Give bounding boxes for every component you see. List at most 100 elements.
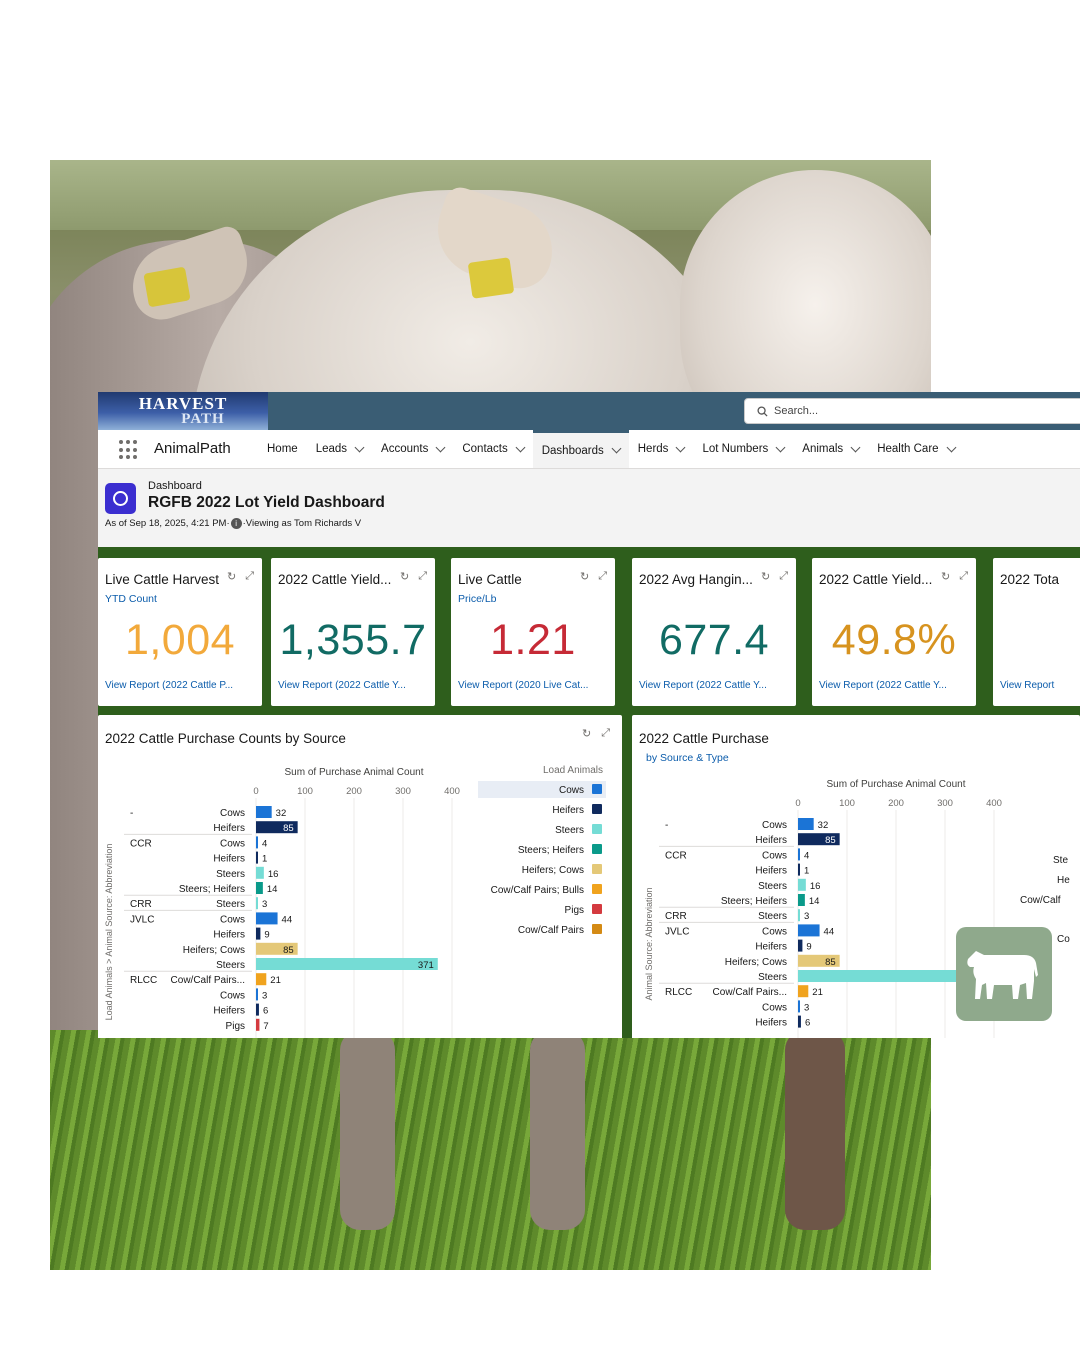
- chevron-down-icon[interactable]: [354, 442, 365, 452]
- kpi-card[interactable]: 2022 Tota View Report ↻ ⤢: [993, 558, 1080, 706]
- group-label: -: [130, 808, 133, 819]
- bar: [798, 848, 800, 861]
- cow-icon: [967, 951, 1038, 999]
- refresh-icon[interactable]: ↻: [400, 570, 409, 583]
- nav-item-accounts[interactable]: Accounts: [372, 430, 453, 468]
- data-label: 85: [283, 945, 294, 956]
- category-label: Cow/Calf Pairs...: [171, 975, 245, 986]
- bar: [256, 1003, 259, 1016]
- bar: [798, 1015, 801, 1028]
- bar: [798, 985, 809, 998]
- category-label: Cows: [762, 820, 787, 831]
- search-placeholder: Search...: [774, 405, 819, 417]
- view-report-link[interactable]: View Report (2022 Cattle P...: [105, 680, 233, 691]
- chevron-down-icon[interactable]: [515, 442, 526, 452]
- kpi-actions: ↻ ⤢: [580, 570, 607, 583]
- x-tick-label: 400: [444, 786, 460, 797]
- bar: [256, 836, 258, 849]
- kpi-subtitle[interactable]: Price/Lb: [458, 593, 497, 605]
- bar: [256, 882, 263, 894]
- kpi-title: 2022 Cattle Yield...: [278, 572, 392, 587]
- legend-label: Heifers; Cows: [522, 865, 584, 876]
- category-label: Heifers: [755, 1018, 787, 1029]
- chevron-down-icon[interactable]: [775, 442, 786, 452]
- legend-label: He: [1057, 875, 1070, 886]
- category-label: Steers; Heifers: [179, 884, 245, 895]
- chevron-down-icon[interactable]: [850, 442, 861, 452]
- bar: [256, 973, 267, 986]
- nav-item-herds[interactable]: Herds: [629, 430, 694, 468]
- refresh-icon[interactable]: ↻: [580, 570, 589, 583]
- app-launcher-icon[interactable]: [119, 440, 139, 460]
- search-input[interactable]: Search...: [744, 398, 1080, 424]
- logo-line2: PATH: [181, 411, 225, 427]
- view-report-link[interactable]: View Report (2022 Cattle Y...: [278, 680, 406, 691]
- data-label: 9: [264, 930, 269, 941]
- legend-swatch: [592, 884, 602, 894]
- legend-label: Steers: [555, 825, 584, 836]
- refresh-icon[interactable]: ↻: [227, 570, 236, 583]
- chevron-down-icon[interactable]: [611, 443, 622, 454]
- data-label: 85: [825, 835, 836, 846]
- kpi-card[interactable]: Live Cattle Harvest YTD Count 1,004 View…: [98, 558, 262, 706]
- nav-item-animals[interactable]: Animals: [793, 430, 868, 468]
- data-label: 14: [809, 896, 820, 907]
- info-icon[interactable]: i: [230, 518, 242, 529]
- kpi-card[interactable]: 2022 Avg Hangin... 677.4 View Report (20…: [632, 558, 796, 706]
- nav-item-contacts[interactable]: Contacts: [453, 430, 532, 468]
- as-of-text: As of Sep 18, 2025, 4:21 PM·: [105, 518, 230, 529]
- kpi-actions: ↻ ⤢: [941, 570, 968, 583]
- kpi-value: 677.4: [658, 616, 770, 664]
- nav-item-leads[interactable]: Leads: [307, 430, 372, 468]
- legend-selected: [478, 781, 606, 798]
- group-label: JVLC: [130, 914, 154, 925]
- kpi-card[interactable]: 2022 Cattle Yield... 49.8% View Report (…: [812, 558, 976, 706]
- group-label: CRR: [130, 899, 152, 910]
- refresh-icon[interactable]: ↻: [941, 570, 950, 583]
- expand-icon[interactable]: ⤢: [245, 570, 254, 583]
- nav-item-home[interactable]: Home: [258, 430, 307, 468]
- nav-item-label: Leads: [315, 443, 348, 455]
- kpi-actions: ↻ ⤢: [400, 570, 427, 583]
- kpi-subtitle[interactable]: YTD Count: [105, 593, 157, 605]
- kpi-card[interactable]: Live Cattle Price/Lb 1.21 View Report (2…: [451, 558, 615, 706]
- nav-item-lot-numbers[interactable]: Lot Numbers: [693, 430, 793, 468]
- category-label: Cows: [220, 838, 245, 849]
- legend-swatch: [592, 804, 602, 814]
- legend-label: Pigs: [565, 905, 584, 916]
- data-label: 85: [283, 823, 294, 834]
- category-label: Steers: [216, 899, 245, 910]
- category-label: Steers: [216, 960, 245, 971]
- expand-icon[interactable]: ⤢: [418, 570, 427, 583]
- bar-chart: Sum of Purchase Animal Count 0 100 200 300 40…: [104, 765, 606, 1038]
- bar: [798, 894, 805, 906]
- data-label: 44: [282, 914, 293, 925]
- y-axis-title: Animal Source: Abbreviation: [644, 887, 654, 1000]
- category-label: Cows: [762, 926, 787, 937]
- refresh-icon[interactable]: ↻: [761, 570, 770, 583]
- x-tick-label: 100: [297, 786, 313, 797]
- nav-bar: AnimalPath Home Leads Accounts Contacts Dash…: [98, 430, 1080, 469]
- expand-icon[interactable]: ⤢: [598, 570, 607, 583]
- bar: [256, 851, 258, 864]
- category-label: Steers: [758, 911, 787, 922]
- nav-item-health-care[interactable]: Health Care: [868, 430, 963, 468]
- view-report-link[interactable]: View Report (2022 Cattle Y...: [639, 680, 767, 691]
- view-report-link[interactable]: View Report: [1000, 680, 1054, 691]
- expand-icon[interactable]: ⤢: [959, 570, 968, 583]
- chevron-down-icon[interactable]: [435, 442, 446, 452]
- kpi-actions: ↻ ⤢: [227, 570, 254, 583]
- bar: [798, 863, 800, 876]
- chart-panel[interactable]: 2022 Cattle Purchase Counts by Source ↻ …: [98, 715, 622, 1038]
- view-report-link[interactable]: View Report (2020 Live Cat...: [458, 680, 588, 691]
- view-report-link[interactable]: View Report (2022 Cattle Y...: [819, 680, 947, 691]
- nav-item-label: Dashboards: [541, 444, 604, 457]
- category-label: Heifers: [213, 930, 245, 941]
- harvest-path-logo[interactable]: HARVEST PATH: [98, 392, 268, 430]
- chevron-down-icon[interactable]: [946, 442, 957, 452]
- chevron-down-icon[interactable]: [675, 442, 686, 452]
- nav-item-dashboards[interactable]: Dashboards: [532, 430, 629, 468]
- expand-icon[interactable]: ⤢: [779, 570, 788, 583]
- kpi-card[interactable]: 2022 Cattle Yield... 1,355.7 View Report…: [271, 558, 435, 706]
- data-label: 14: [267, 884, 278, 895]
